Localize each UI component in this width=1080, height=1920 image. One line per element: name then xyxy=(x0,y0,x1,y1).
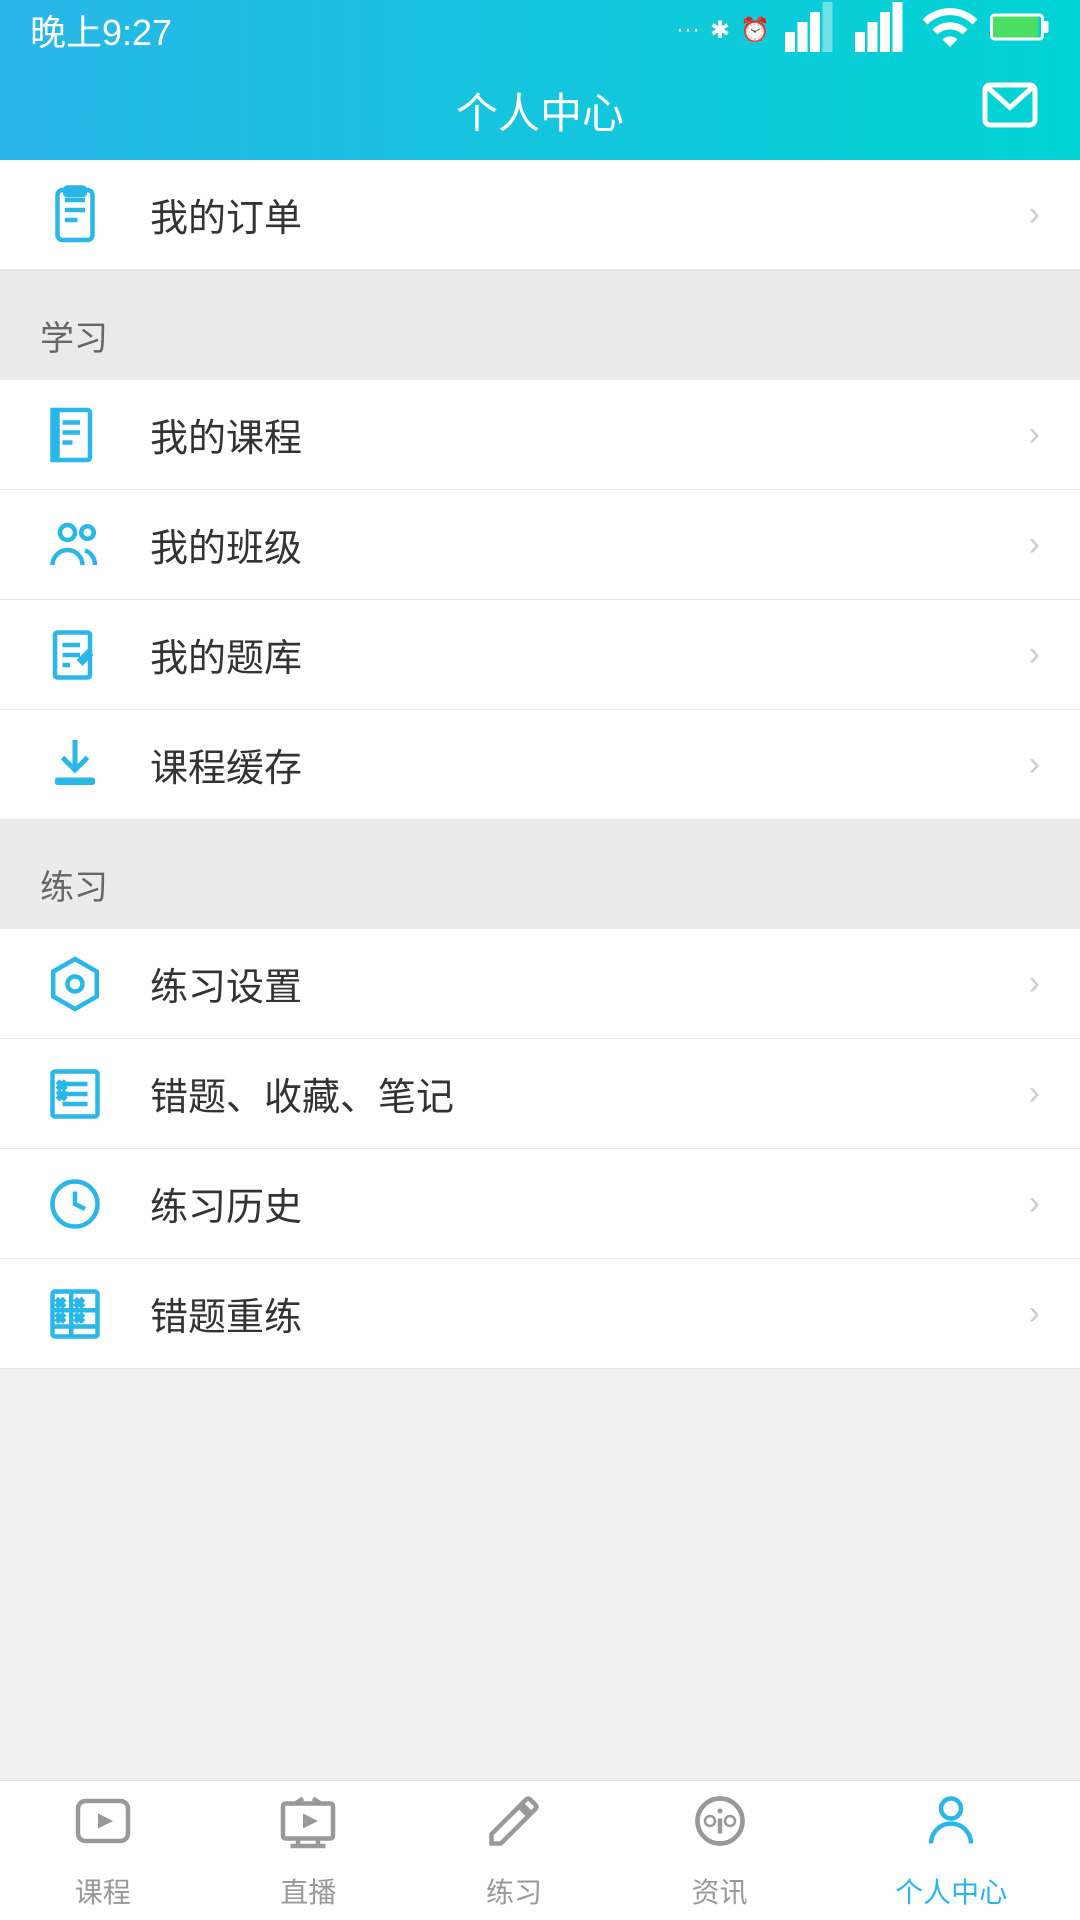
signal-bar2-icon xyxy=(850,0,910,64)
tab-bar: 课程 直播 练习 xyxy=(0,1780,1080,1920)
page-header: 个人中心 xyxy=(0,60,1080,160)
book-icon xyxy=(40,400,110,470)
info-circle-icon xyxy=(690,1791,750,1863)
practice-settings-label: 练习设置 xyxy=(150,956,1029,1011)
person-icon xyxy=(921,1791,981,1863)
svg-text:✕: ✕ xyxy=(75,1298,83,1309)
list-item-cache[interactable]: 课程缓存 › xyxy=(0,710,1080,820)
learning-section-header: 学习 xyxy=(0,291,1080,380)
signal-dots-icon: ··· xyxy=(676,16,700,44)
svg-text:✕: ✕ xyxy=(56,1298,64,1309)
orders-chevron: › xyxy=(1029,195,1040,234)
top-section: 我的订单 › xyxy=(0,160,1080,271)
list-item-practice-history[interactable]: 练习历史 › xyxy=(0,1149,1080,1259)
cache-label: 课程缓存 xyxy=(150,737,1029,792)
live-tv-icon xyxy=(278,1791,338,1863)
signal-bar1-icon xyxy=(780,0,840,64)
status-icons: ··· ✱ ⏰ xyxy=(676,0,1050,64)
grid-x-icon: ✕ ✕ ✕ ✕ xyxy=(40,1279,110,1349)
status-time: 晚上9:27 xyxy=(30,4,172,56)
practice-history-label: 练习历史 xyxy=(150,1176,1029,1231)
cache-chevron: › xyxy=(1029,745,1040,784)
wrong-retrain-chevron: › xyxy=(1029,1294,1040,1333)
tab-practice-label: 练习 xyxy=(486,1871,542,1911)
tab-item-live[interactable]: 直播 xyxy=(278,1791,338,1911)
clipboard-icon xyxy=(40,180,110,250)
wifi-icon xyxy=(920,0,980,64)
play-circle-icon xyxy=(73,1791,133,1863)
list-item-wrong-retrain[interactable]: ✕ ✕ ✕ ✕ 错题重练 › xyxy=(0,1259,1080,1369)
class-chevron: › xyxy=(1029,525,1040,564)
question-bank-chevron: › xyxy=(1029,635,1040,674)
wrong-collect-notes-label: 错题、收藏、笔记 xyxy=(150,1066,1029,1121)
class-label: 我的班级 xyxy=(150,517,1029,572)
gear-hex-icon xyxy=(40,949,110,1019)
tab-item-profile[interactable]: 个人中心 xyxy=(895,1791,1007,1911)
orders-label: 我的订单 xyxy=(150,187,1029,242)
list-item-wrong-collect-notes[interactable]: ✕ ✕ 错题、收藏、笔记 › xyxy=(0,1039,1080,1149)
list-check-icon: ✕ ✕ xyxy=(40,1059,110,1129)
wrong-retrain-label: 错题重练 xyxy=(150,1286,1029,1341)
courses-label: 我的课程 xyxy=(150,407,1029,462)
tab-courses-label: 课程 xyxy=(75,1871,131,1911)
content-area: 我的订单 › 学习 我的课程 › xyxy=(0,160,1080,1780)
bluetooth-icon: ✱ xyxy=(710,16,730,45)
tab-item-practice[interactable]: 练习 xyxy=(484,1791,544,1911)
status-bar: 晚上9:27 ··· ✱ ⏰ xyxy=(0,0,1080,60)
svg-text:✕: ✕ xyxy=(56,1313,64,1324)
edit-doc-icon xyxy=(40,620,110,690)
alarm-icon: ⏰ xyxy=(740,16,770,45)
tab-item-courses[interactable]: 课程 xyxy=(73,1791,133,1911)
battery-icon xyxy=(990,0,1050,64)
svg-text:✕: ✕ xyxy=(75,1313,83,1324)
tab-news-label: 资讯 xyxy=(692,1871,748,1911)
section-gap-2 xyxy=(0,820,1080,840)
download-icon xyxy=(40,730,110,800)
tab-profile-label: 个人中心 xyxy=(895,1871,1007,1911)
clock-icon xyxy=(40,1169,110,1239)
learning-items: 我的课程 › 我的班级 › xyxy=(0,380,1080,820)
svg-text:✕: ✕ xyxy=(58,1091,66,1102)
list-item-question-bank[interactable]: 我的题库 › xyxy=(0,600,1080,710)
list-item-orders[interactable]: 我的订单 › xyxy=(0,160,1080,270)
practice-history-chevron: › xyxy=(1029,1184,1040,1223)
practice-items: 练习设置 › ✕ ✕ 错题、收藏、笔记 › xyxy=(0,929,1080,1369)
users-icon xyxy=(40,510,110,580)
wrong-collect-notes-chevron: › xyxy=(1029,1074,1040,1113)
tab-item-news[interactable]: 资讯 xyxy=(690,1791,750,1911)
section-gap-1 xyxy=(0,271,1080,291)
practice-section-header: 练习 xyxy=(0,840,1080,929)
list-item-courses[interactable]: 我的课程 › xyxy=(0,380,1080,490)
courses-chevron: › xyxy=(1029,415,1040,454)
list-item-class[interactable]: 我的班级 › xyxy=(0,490,1080,600)
practice-settings-chevron: › xyxy=(1029,964,1040,1003)
pencil-icon xyxy=(484,1791,544,1863)
page-title: 个人中心 xyxy=(456,80,624,141)
tab-live-label: 直播 xyxy=(280,1871,336,1911)
list-item-practice-settings[interactable]: 练习设置 › xyxy=(0,929,1080,1039)
mail-button[interactable] xyxy=(980,75,1040,145)
question-bank-label: 我的题库 xyxy=(150,627,1029,682)
